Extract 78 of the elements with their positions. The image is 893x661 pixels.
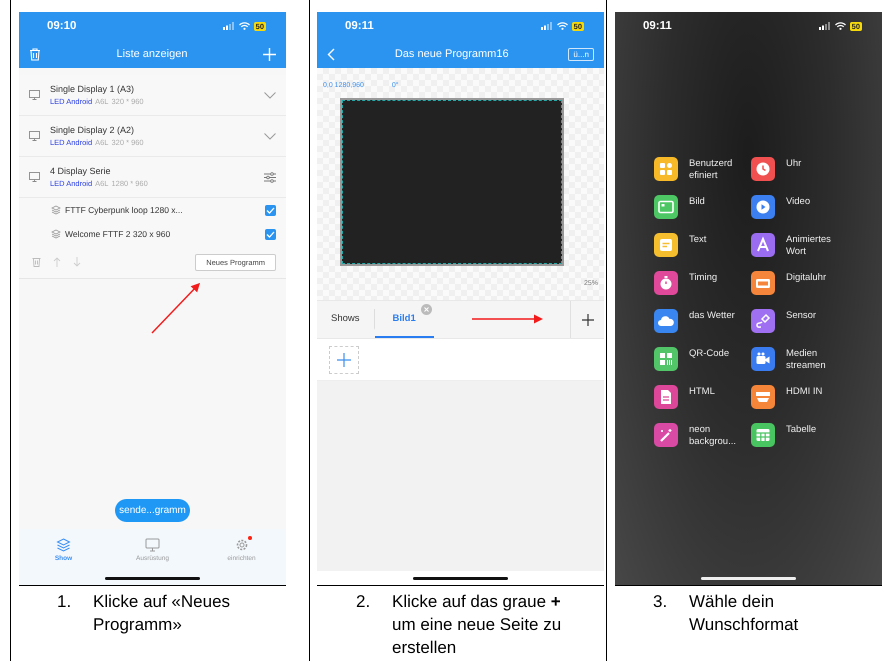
- wifi-icon: [238, 22, 250, 30]
- widget-label: Timing: [689, 271, 718, 284]
- widget-label: Digitaluhr: [786, 271, 828, 284]
- display-preview[interactable]: [340, 98, 564, 266]
- device-name: Single Display 2 (A2): [50, 125, 136, 135]
- wifi-icon: [556, 22, 568, 30]
- status-time: 09:10: [47, 20, 76, 32]
- trash-icon[interactable]: [32, 257, 41, 267]
- widget-option[interactable]: Timing: [654, 271, 751, 295]
- widget-label: Bild: [689, 195, 706, 208]
- widget-label: Video: [786, 195, 812, 208]
- plus-icon: [582, 314, 594, 326]
- widget-option[interactable]: QR-Code: [654, 347, 751, 371]
- monitor-icon: [29, 131, 40, 141]
- widget-label: HDMI IN: [786, 385, 824, 398]
- widget-option[interactable]: HDMI IN: [751, 385, 851, 409]
- plus-icon: [337, 352, 351, 366]
- widget-label: neon backgrou...: [689, 423, 737, 448]
- widget-option[interactable]: Bild: [654, 195, 751, 219]
- widget-option[interactable]: Sensor: [751, 309, 851, 333]
- widget-label: HTML: [689, 385, 716, 398]
- annotation-arrow: [151, 282, 200, 334]
- close-icon[interactable]: [421, 304, 432, 315]
- widget-label: Animiertes Wort: [786, 233, 832, 258]
- device-name: 4 Display Serie: [50, 166, 112, 176]
- layers-icon: [51, 205, 61, 215]
- widget-option[interactable]: Video: [751, 195, 851, 219]
- signal-icon: [818, 22, 831, 30]
- widget-option[interactable]: Medien streamen: [751, 347, 851, 371]
- checkbox[interactable]: [265, 204, 276, 216]
- widget-label: Tabelle: [786, 423, 818, 436]
- widget-label: Sensor: [786, 309, 818, 322]
- wifi-icon: [834, 22, 846, 30]
- sliders-icon[interactable]: [264, 172, 276, 182]
- page-tab[interactable]: Shows: [317, 309, 375, 330]
- checkbox[interactable]: [265, 228, 276, 240]
- widget-option[interactable]: Uhr: [751, 157, 851, 181]
- program-name: Welcome FTTF 2 320 x 960: [65, 229, 172, 239]
- chevron-down-icon[interactable]: [264, 92, 276, 98]
- widget-option[interactable]: Benutzerd efiniert: [654, 157, 751, 181]
- device-name: Single Display 1 (A3): [50, 84, 136, 94]
- step-number: 2.: [356, 591, 372, 613]
- widget-label: Text: [689, 233, 708, 246]
- gear-icon: [234, 538, 248, 552]
- signal-icon: [222, 22, 235, 30]
- signal-icon: [540, 22, 553, 30]
- widget-label: Uhr: [786, 157, 802, 170]
- status-time: 09:11: [345, 20, 374, 32]
- chevron-down-icon[interactable]: [264, 132, 276, 140]
- monitor-icon: [29, 90, 40, 100]
- widget-label: das Wetter: [689, 309, 736, 322]
- add-content-button[interactable]: [329, 346, 359, 374]
- status-time: 09:11: [643, 20, 672, 32]
- step-number: 3.: [653, 591, 668, 613]
- screen-title: Liste anzeigen: [116, 48, 188, 60]
- widget-label: QR-Code: [689, 347, 730, 360]
- widget-option[interactable]: das Wetter: [654, 309, 751, 333]
- widget-label: Medien streamen: [786, 347, 827, 372]
- layers-icon: [51, 229, 61, 239]
- widget-label: Benutzerd efiniert: [689, 157, 734, 182]
- program-name: FTTF Cyberpunk loop 1280 x...: [65, 205, 184, 215]
- annotation-arrow: [472, 314, 543, 324]
- step-instruction: Wähle dein Wunschformat: [689, 591, 800, 636]
- widget-option[interactable]: Animiertes Wort: [751, 233, 851, 257]
- screen-title: Das neue Programm16: [394, 48, 510, 60]
- layers-icon: [56, 538, 71, 552]
- monitor-icon: [29, 172, 40, 182]
- step-instruction: Klicke auf «Neues Programm»: [93, 591, 232, 636]
- widget-option[interactable]: Digitaluhr: [751, 271, 851, 295]
- widget-option[interactable]: neon backgrou...: [654, 423, 751, 447]
- widget-option[interactable]: Text: [654, 233, 751, 257]
- step-number: 1.: [57, 591, 72, 613]
- widget-option[interactable]: HTML: [654, 385, 751, 409]
- add-icon[interactable]: [263, 48, 276, 60]
- monitor-icon: [145, 538, 160, 552]
- step-instruction: Klicke auf das graue + um eine neue Seite zu erstellen: [392, 591, 562, 659]
- back-icon[interactable]: [327, 48, 335, 60]
- widget-option[interactable]: Tabelle: [751, 423, 851, 447]
